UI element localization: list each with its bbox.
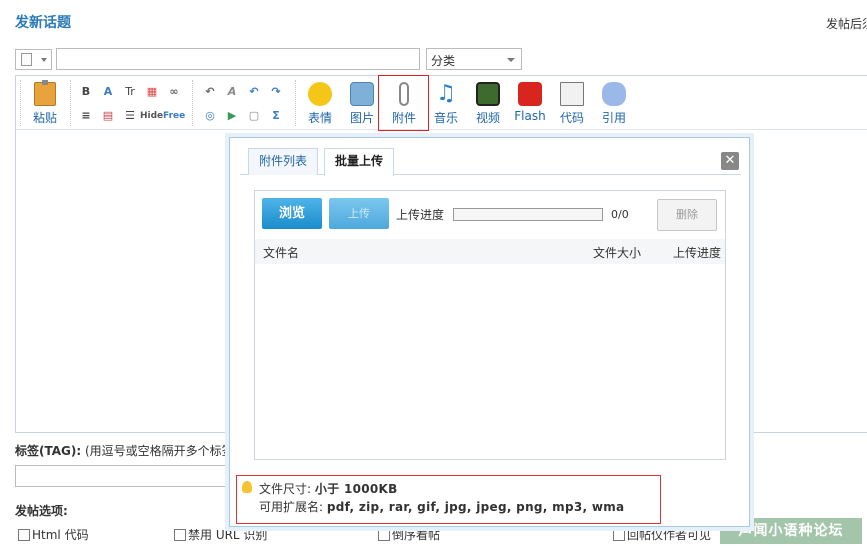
option-label: 倒序看帖 [392, 528, 441, 542]
attachment-button[interactable]: 附件 [388, 82, 420, 126]
font-size-button[interactable]: Tr [122, 84, 138, 100]
page-title: 发新话题 [15, 15, 71, 31]
size-prefix: 文件尺寸: [259, 482, 312, 496]
unlink-button[interactable]: ↶ [202, 84, 218, 100]
option-reverse-order[interactable]: 倒序看帖 [378, 526, 440, 543]
font-color-button[interactable]: A [100, 84, 116, 100]
flash-button[interactable]: Flash [510, 82, 550, 126]
music-button[interactable]: ♫ 音乐 [430, 82, 462, 126]
free-button[interactable]: Free [163, 108, 185, 124]
quote-button[interactable]: 引用 [598, 82, 630, 126]
quote-label: 引用 [601, 111, 626, 125]
checkbox[interactable] [613, 529, 625, 541]
ext-value: pdf, zip, rar, gif, jpg, jpeg, png, mp3,… [326, 500, 625, 514]
flash-label: Flash [514, 109, 546, 123]
option-label: Html 代码 [32, 528, 89, 542]
code-button[interactable]: 代码 [556, 82, 588, 126]
page-button[interactable]: ▢ [246, 108, 262, 124]
video-button[interactable]: 视频 [472, 82, 504, 126]
code-label: 代码 [559, 111, 584, 125]
tag-label: 标签(TAG): (用逗号或空格隔开多个标签 [15, 442, 234, 459]
paperclip-icon [399, 82, 409, 106]
video-label: 视频 [475, 111, 500, 125]
category-select[interactable]: 分类 [426, 48, 522, 70]
close-icon[interactable]: ✕ [721, 152, 739, 170]
progress-label: 上传进度 [396, 208, 445, 222]
color-grid-button[interactable]: ▦ [144, 84, 160, 100]
delete-button[interactable]: 删除 [657, 199, 717, 231]
bold-button[interactable]: B [78, 84, 94, 100]
chevron-down-icon [507, 58, 515, 62]
paste-label: 粘贴 [32, 111, 57, 125]
tab-batch-upload[interactable]: 批量上传 [324, 148, 395, 176]
allowed-extensions: 可用扩展名: pdf, zip, rar, gif, jpg, jpeg, pn… [259, 498, 624, 515]
column-file-size: 文件大小 [593, 246, 642, 260]
film-icon [476, 82, 500, 106]
music-label: 音乐 [433, 111, 458, 125]
remove-format-button[interactable]: A [224, 84, 240, 100]
document-icon [21, 53, 32, 66]
browse-button[interactable]: 浏览 [262, 198, 322, 229]
formula-button[interactable]: Σ [268, 108, 284, 124]
option-author-only[interactable]: 回帖仅作者可见 [613, 526, 711, 543]
toolbar-divider [20, 80, 21, 126]
option-label: 禁用 URL 识别 [188, 528, 268, 542]
size-value: 小于 1000KB [314, 482, 398, 496]
post-notice: 发帖后须 [826, 17, 867, 31]
flash-icon [518, 82, 542, 106]
hide-button[interactable]: Hide [140, 108, 163, 124]
toolbar-divider [70, 80, 71, 126]
toolbar-divider [192, 80, 193, 126]
search-replace-button[interactable]: ◎ [202, 108, 218, 124]
column-upload-progress: 上传进度 [673, 246, 722, 260]
undo-button[interactable]: ↶ [246, 84, 262, 100]
chevron-down-icon [41, 58, 47, 62]
option-label: 回帖仅作者可见 [627, 528, 712, 542]
upload-panel [254, 190, 726, 460]
option-disable-url[interactable]: 禁用 URL 识别 [174, 526, 267, 543]
redo-button[interactable]: ↷ [268, 84, 284, 100]
ext-prefix: 可用扩展名: [259, 500, 324, 514]
subject-input[interactable] [56, 48, 420, 70]
clipboard-icon [34, 80, 56, 106]
checkbox[interactable] [174, 529, 186, 541]
progress-bar [453, 208, 603, 221]
toolbar-divider [295, 80, 296, 126]
topic-type-select[interactable] [15, 49, 52, 70]
checkbox[interactable] [378, 529, 390, 541]
image-label: 图片 [349, 111, 374, 125]
smiley-icon [308, 82, 332, 106]
image-icon [350, 82, 374, 106]
file-table-header [255, 239, 725, 264]
attachment-label: 附件 [391, 111, 416, 125]
list-button[interactable]: ☰ [122, 108, 138, 124]
tag-input[interactable] [15, 465, 245, 487]
image-button[interactable]: 图片 [346, 82, 378, 126]
checkbox[interactable] [18, 529, 30, 541]
progress-count: 0/0 [611, 208, 629, 221]
link-button[interactable]: ∞ [166, 84, 182, 100]
upload-button[interactable]: 上传 [329, 198, 389, 229]
post-options-title: 发帖选项: [15, 504, 68, 518]
align-button[interactable]: ≡ [78, 108, 94, 124]
media-play-button[interactable]: ▶ [224, 108, 240, 124]
speech-bubble-icon [602, 82, 626, 106]
column-file-name: 文件名 [263, 246, 300, 260]
emotion-label: 表情 [307, 111, 332, 125]
table-button[interactable]: ▤ [100, 108, 116, 124]
emotion-button[interactable]: 表情 [304, 82, 336, 126]
music-note-icon: ♫ [436, 81, 456, 106]
code-icon [560, 82, 584, 106]
tag-label-hint: (用逗号或空格隔开多个标签 [81, 444, 234, 458]
category-select-value: 分类 [431, 54, 456, 68]
tag-label-title: 标签(TAG): [15, 444, 82, 458]
option-html-code[interactable]: Html 代码 [18, 526, 89, 543]
paste-button[interactable]: 粘贴 [28, 80, 62, 126]
file-size-limit: 文件尺寸: 小于 1000KB [259, 480, 398, 497]
lightbulb-icon [242, 481, 252, 493]
tab-attachment-list[interactable]: 附件列表 [248, 148, 319, 175]
